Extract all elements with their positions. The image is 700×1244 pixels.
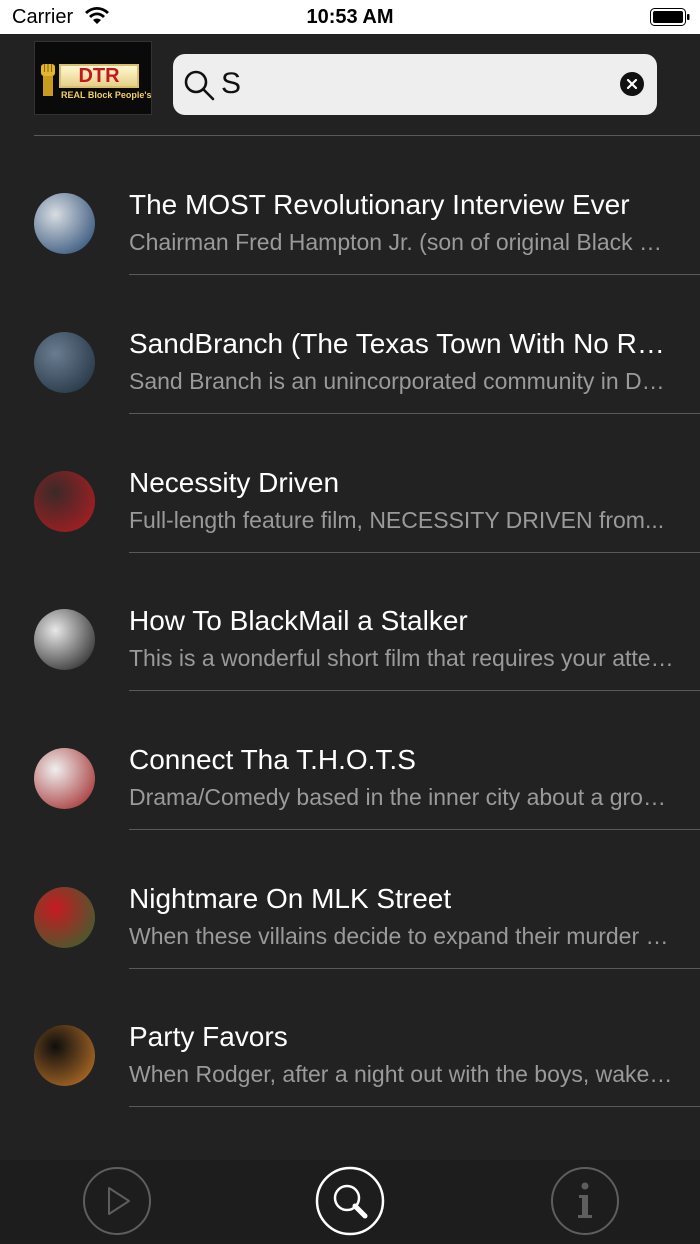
video-thumbnail: [34, 748, 95, 809]
list-item[interactable]: Nightmare On MLK Street When these villa…: [0, 830, 700, 969]
item-subtitle: When Rodger, after a night out with the …: [129, 1061, 674, 1087]
tab-search[interactable]: [315, 1166, 385, 1236]
clock: 10:53 AM: [306, 6, 394, 28]
item-title: SandBranch (The Texas Town With No Runni…: [129, 328, 674, 359]
tab-info[interactable]: [550, 1166, 620, 1236]
logo-wordmark: DTR: [59, 64, 139, 88]
tab-play[interactable]: [82, 1166, 152, 1236]
item-subtitle: Sand Branch is an unincorporated communi…: [129, 368, 674, 394]
item-title: Nightmare On MLK Street: [129, 883, 452, 914]
item-subtitle: Chairman Fred Hampton Jr. (son of origin…: [129, 229, 674, 255]
video-thumbnail: [34, 193, 95, 254]
search-icon: [184, 70, 215, 101]
list-item[interactable]: Necessity Driven Full-length feature fil…: [0, 414, 700, 553]
item-subtitle: This is a wonderful short film that requ…: [129, 645, 674, 671]
row-divider: [129, 1106, 700, 1107]
item-title: Connect Tha T.H.O.T.S: [129, 744, 416, 775]
list-item[interactable]: Party Favors When Rodger, after a night …: [0, 968, 700, 1107]
fist-icon: [41, 64, 55, 96]
video-thumbnail: [34, 887, 95, 948]
video-thumbnail: [34, 471, 95, 532]
list-item[interactable]: The MOST Revolutionary Interview Ever Ch…: [0, 136, 700, 275]
item-title: Necessity Driven: [129, 467, 340, 498]
list-item[interactable]: Connect Tha T.H.O.T.S Drama/Comedy based…: [0, 691, 700, 830]
list-item[interactable]: SandBranch (The Texas Town With No Runni…: [0, 275, 700, 414]
info-icon: [551, 1167, 619, 1235]
tab-bar: [0, 1160, 700, 1244]
play-icon: [83, 1167, 151, 1235]
search-bar[interactable]: [173, 54, 657, 115]
item-title: The MOST Revolutionary Interview Ever: [129, 189, 630, 220]
item-subtitle: Drama/Comedy based in the inner city abo…: [129, 784, 674, 810]
video-thumbnail: [34, 332, 95, 393]
list-item[interactable]: How To BlackMail a Stalker This is a won…: [0, 552, 700, 691]
clear-search-button[interactable]: [620, 72, 644, 96]
logo-tagline: REAL Block People's: [61, 90, 152, 100]
item-subtitle: Full-length feature film, NECESSITY DRIV…: [129, 507, 665, 533]
battery-icon: [650, 8, 690, 26]
close-icon: [626, 78, 638, 90]
item-title: Party Favors: [129, 1021, 288, 1052]
search-icon: [315, 1166, 385, 1236]
item-title: How To BlackMail a Stalker: [129, 605, 468, 636]
item-subtitle: When these villains decide to expand the…: [129, 923, 674, 949]
status-bar: Carrier 10:53 AM: [0, 0, 700, 34]
search-input[interactable]: [221, 64, 601, 104]
header: DTR REAL Block People's: [0, 34, 700, 136]
app-logo[interactable]: DTR REAL Block People's: [34, 41, 152, 115]
video-thumbnail: [34, 609, 95, 670]
video-thumbnail: [34, 1025, 95, 1086]
